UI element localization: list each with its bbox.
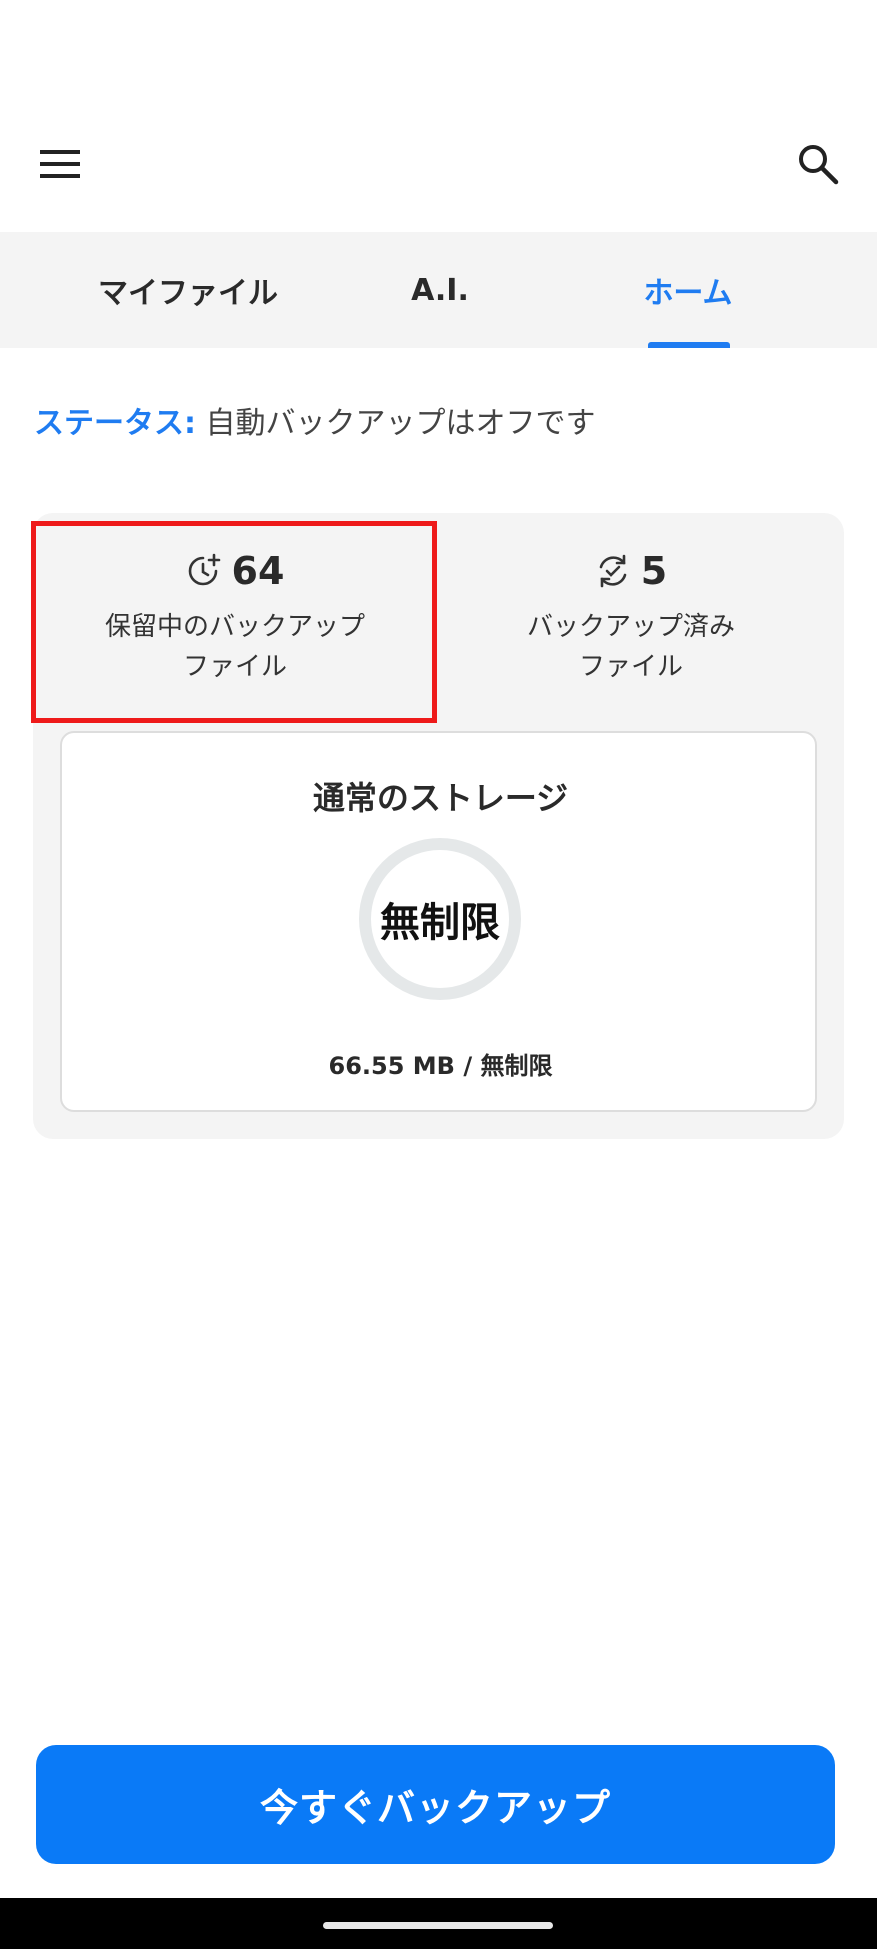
backup-now-button[interactable]: 今すぐバックアップ: [36, 1745, 835, 1864]
sync-check-icon: [599, 554, 627, 588]
backed-up-stat[interactable]: 5 バックアップ済み ファイル: [431, 513, 831, 723]
status-key: ステータス:: [34, 406, 196, 441]
tab-bar: マイファイル A.I. ホーム: [0, 232, 877, 348]
storage-card[interactable]: 通常のストレージ 無制限 66.55 MB / 無制限: [60, 731, 817, 1112]
storage-title: 通常のストレージ: [312, 779, 569, 817]
menu-button[interactable]: [28, 138, 92, 190]
pending-label-line1: 保留中のバックアップ: [104, 612, 365, 642]
pending-label-line2: ファイル: [182, 652, 287, 682]
pending-count: 64: [231, 549, 285, 593]
tab-ai[interactable]: A.I.: [370, 232, 510, 348]
search-icon: [799, 145, 839, 185]
hamburger-menu-icon: [40, 150, 80, 178]
storage-ring-text: 無制限: [380, 900, 500, 946]
active-tab-indicator: [648, 342, 730, 348]
search-button[interactable]: [786, 134, 850, 194]
status-value: 自動バックアップはオフです: [205, 406, 596, 441]
storage-usage: 66.55 MB / 無制限: [328, 1052, 553, 1080]
backed-up-label-line2: ファイル: [578, 652, 683, 682]
tab-my-files[interactable]: マイファイル: [62, 232, 314, 348]
backup-status: ステータス: 自動バックアップはオフです: [34, 398, 596, 442]
home-gesture-handle[interactable]: [323, 1922, 553, 1929]
pending-backup-stat[interactable]: 64 保留中のバックアップ ファイル: [35, 513, 435, 723]
backed-up-label-line1: バックアップ済み: [526, 612, 735, 642]
clock-plus-icon: [188, 553, 220, 586]
tab-home[interactable]: ホーム: [610, 232, 766, 348]
backed-up-count: 5: [640, 549, 668, 593]
